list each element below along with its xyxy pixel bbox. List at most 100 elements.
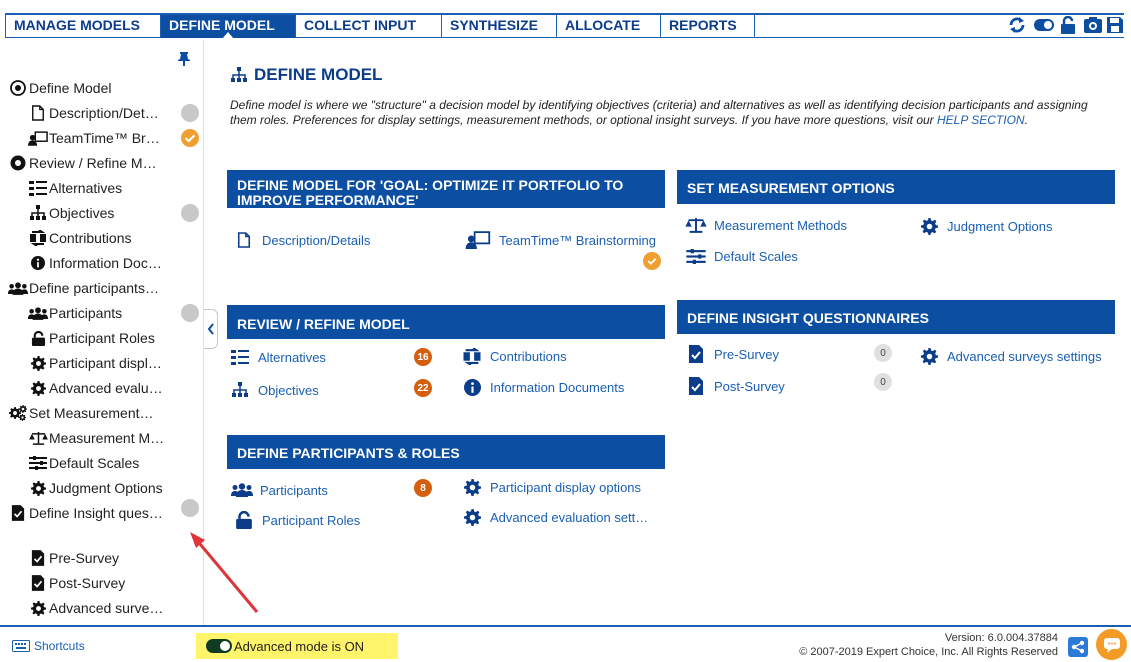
advanced-surveys-settings-link[interactable]: Advanced surveys settings xyxy=(917,346,1102,366)
sidebar-item-alternatives[interactable]: Alternatives xyxy=(28,176,122,200)
advanced-mode-toggle[interactable]: Advanced mode is ON xyxy=(196,633,398,659)
gear-icon xyxy=(917,216,941,236)
link-label: Pre-Survey xyxy=(714,346,780,362)
refresh-icon[interactable] xyxy=(1007,16,1027,34)
sidebar-item-label: Advanced surve… xyxy=(49,600,164,616)
checkdoc-icon xyxy=(684,376,708,396)
page-title-text: DEFINE MODEL xyxy=(254,65,383,84)
link-label: Description/Details xyxy=(262,232,371,248)
sidebar-item-advanced-surveys[interactable]: Advanced surve… xyxy=(28,596,198,620)
card-measurement-header: SET MEASUREMENT OPTIONS xyxy=(677,170,1115,204)
sidebar: Define Model Description/Det… TeamTime™ … xyxy=(5,40,204,625)
sidebar-item-post-survey[interactable]: Post-Survey xyxy=(28,571,125,595)
card-title: REVIEW / REFINE MODEL xyxy=(237,316,410,332)
sidebar-item-participant-roles[interactable]: Participant Roles xyxy=(28,326,155,350)
sidebar-item-measurement-methods[interactable]: Measurement M… xyxy=(28,426,198,450)
target-icon xyxy=(8,79,28,97)
tab-synthesize[interactable]: SYNTHESIZE xyxy=(442,13,557,38)
sidebar-item-label: Participant Roles xyxy=(49,330,155,346)
shortcuts-button[interactable]: Shortcuts xyxy=(12,639,85,653)
link-label: TeamTime™ Brainstorming xyxy=(499,232,657,248)
link-label: Participant display options xyxy=(490,479,642,495)
sidebar-item-define-participants[interactable]: Define participants… xyxy=(8,276,198,300)
scales-icon xyxy=(28,429,48,447)
sidebar-item-contributions[interactable]: Contributions xyxy=(28,226,132,250)
link-label: Measurement Methods xyxy=(714,217,847,233)
card-title: DEFINE PARTICIPANTS & ROLES xyxy=(237,445,460,461)
radio-icon xyxy=(8,154,28,172)
collapse-sidebar-button[interactable] xyxy=(204,309,218,349)
participant-roles-link[interactable]: Participant Roles xyxy=(232,510,360,530)
advanced-evaluation-settings-link[interactable]: Advanced evaluation sett… xyxy=(460,507,648,527)
tab-collect-input[interactable]: COLLECT INPUT xyxy=(296,13,442,38)
participant-display-options-link[interactable]: Participant display options xyxy=(460,477,641,497)
card-review-refine-header: REVIEW / REFINE MODEL xyxy=(227,305,665,339)
sidebar-item-judgment-options[interactable]: Judgment Options xyxy=(28,476,163,500)
share-icon[interactable] xyxy=(1068,637,1088,657)
sidebar-item-participants[interactable]: Participants xyxy=(28,301,122,325)
sidebar-item-label: Pre-Survey xyxy=(49,550,120,566)
default-scales-link[interactable]: Default Scales xyxy=(684,246,798,266)
sidebar-item-default-scales[interactable]: Default Scales xyxy=(28,451,139,475)
link-label: Contributions xyxy=(490,348,567,364)
tab-reports[interactable]: REPORTS xyxy=(661,13,755,38)
pre-survey-link[interactable]: Pre-Survey xyxy=(684,344,779,364)
sidebar-item-label: Contributions xyxy=(49,230,132,246)
save-icon[interactable] xyxy=(1106,16,1126,34)
sidebar-item-define-model[interactable]: Define Model xyxy=(8,76,112,100)
sidebar-item-advanced-evaluation[interactable]: Advanced evalu… xyxy=(28,376,198,400)
tab-manage-models[interactable]: MANAGE MODELS xyxy=(5,13,161,38)
tab-label: MANAGE MODELS xyxy=(14,17,140,33)
sidebar-item-label: Post-Survey xyxy=(49,575,126,591)
sidebar-item-set-measurement[interactable]: Set Measurement… xyxy=(8,401,198,425)
card-participants-header: DEFINE PARTICIPANTS & ROLES xyxy=(227,435,665,469)
sidebar-item-label: Default Scales xyxy=(49,455,140,471)
measurement-methods-link[interactable]: Measurement Methods xyxy=(684,215,847,235)
contributions-link[interactable]: Contributions xyxy=(460,346,567,366)
info-icon xyxy=(460,377,484,397)
sidebar-item-define-insight[interactable]: Define Insight ques… xyxy=(8,501,180,525)
teamtime-brainstorming-link[interactable]: TeamTime™ Brainstorming xyxy=(463,230,656,250)
checkdoc-icon xyxy=(8,504,28,522)
sidebar-item-information-documents[interactable]: Information Doc… xyxy=(28,251,193,275)
screenshot-icon[interactable] xyxy=(1083,16,1103,34)
judgment-options-link[interactable]: Judgment Options xyxy=(917,216,1053,236)
tab-define-model[interactable]: DEFINE MODEL xyxy=(161,13,296,39)
document-icon xyxy=(28,104,48,122)
tab-allocate[interactable]: ALLOCATE xyxy=(557,13,661,38)
sidebar-item-teamtime[interactable]: TeamTime™ Br… xyxy=(28,126,178,150)
sidebar-item-participant-display[interactable]: Participant displ… xyxy=(28,351,198,375)
alternatives-link[interactable]: Alternatives xyxy=(228,347,326,367)
sidebar-item-label: Alternatives xyxy=(49,180,123,196)
users-icon xyxy=(28,304,48,322)
sidebar-item-label: Review / Refine M… xyxy=(29,155,157,171)
keyboard-icon xyxy=(12,640,30,652)
intro-end: . xyxy=(1024,113,1028,127)
pre-survey-count-badge: 0 xyxy=(874,344,892,362)
card-title: DEFINE INSIGHT QUESTIONNAIRES xyxy=(687,310,929,326)
gear-icon xyxy=(460,477,484,497)
link-label: Participant Roles xyxy=(262,512,361,528)
participants-link[interactable]: Participants xyxy=(230,480,328,500)
chevron-left-icon xyxy=(207,323,214,335)
sidebar-item-label: Information Doc… xyxy=(49,255,162,271)
chat-icon[interactable] xyxy=(1096,629,1127,660)
sidebar-item-label: Define Insight ques… xyxy=(29,505,163,521)
objectives-link[interactable]: Objectives xyxy=(228,380,319,400)
pin-icon[interactable] xyxy=(178,52,190,66)
toggle-icon[interactable] xyxy=(1033,16,1054,34)
teamtime-icon xyxy=(28,129,48,147)
sidebar-item-label: Objectives xyxy=(49,205,115,221)
post-survey-link[interactable]: Post-Survey xyxy=(684,376,785,396)
lock-icon[interactable] xyxy=(1059,16,1079,34)
sidebar-item-review-refine[interactable]: Review / Refine M… xyxy=(8,151,178,175)
link-label: Post-Survey xyxy=(714,378,785,394)
description-details-link[interactable]: Description/Details xyxy=(232,230,370,250)
help-section-link[interactable]: HELP SECTION xyxy=(937,113,1025,127)
tab-label: ALLOCATE xyxy=(565,17,641,33)
sidebar-item-objectives[interactable]: Objectives xyxy=(28,201,114,225)
sidebar-item-pre-survey[interactable]: Pre-Survey xyxy=(28,546,119,570)
sidebar-item-description[interactable]: Description/Det… xyxy=(28,101,178,125)
shortcuts-label: Shortcuts xyxy=(34,639,85,653)
information-documents-link[interactable]: Information Documents xyxy=(460,377,624,397)
